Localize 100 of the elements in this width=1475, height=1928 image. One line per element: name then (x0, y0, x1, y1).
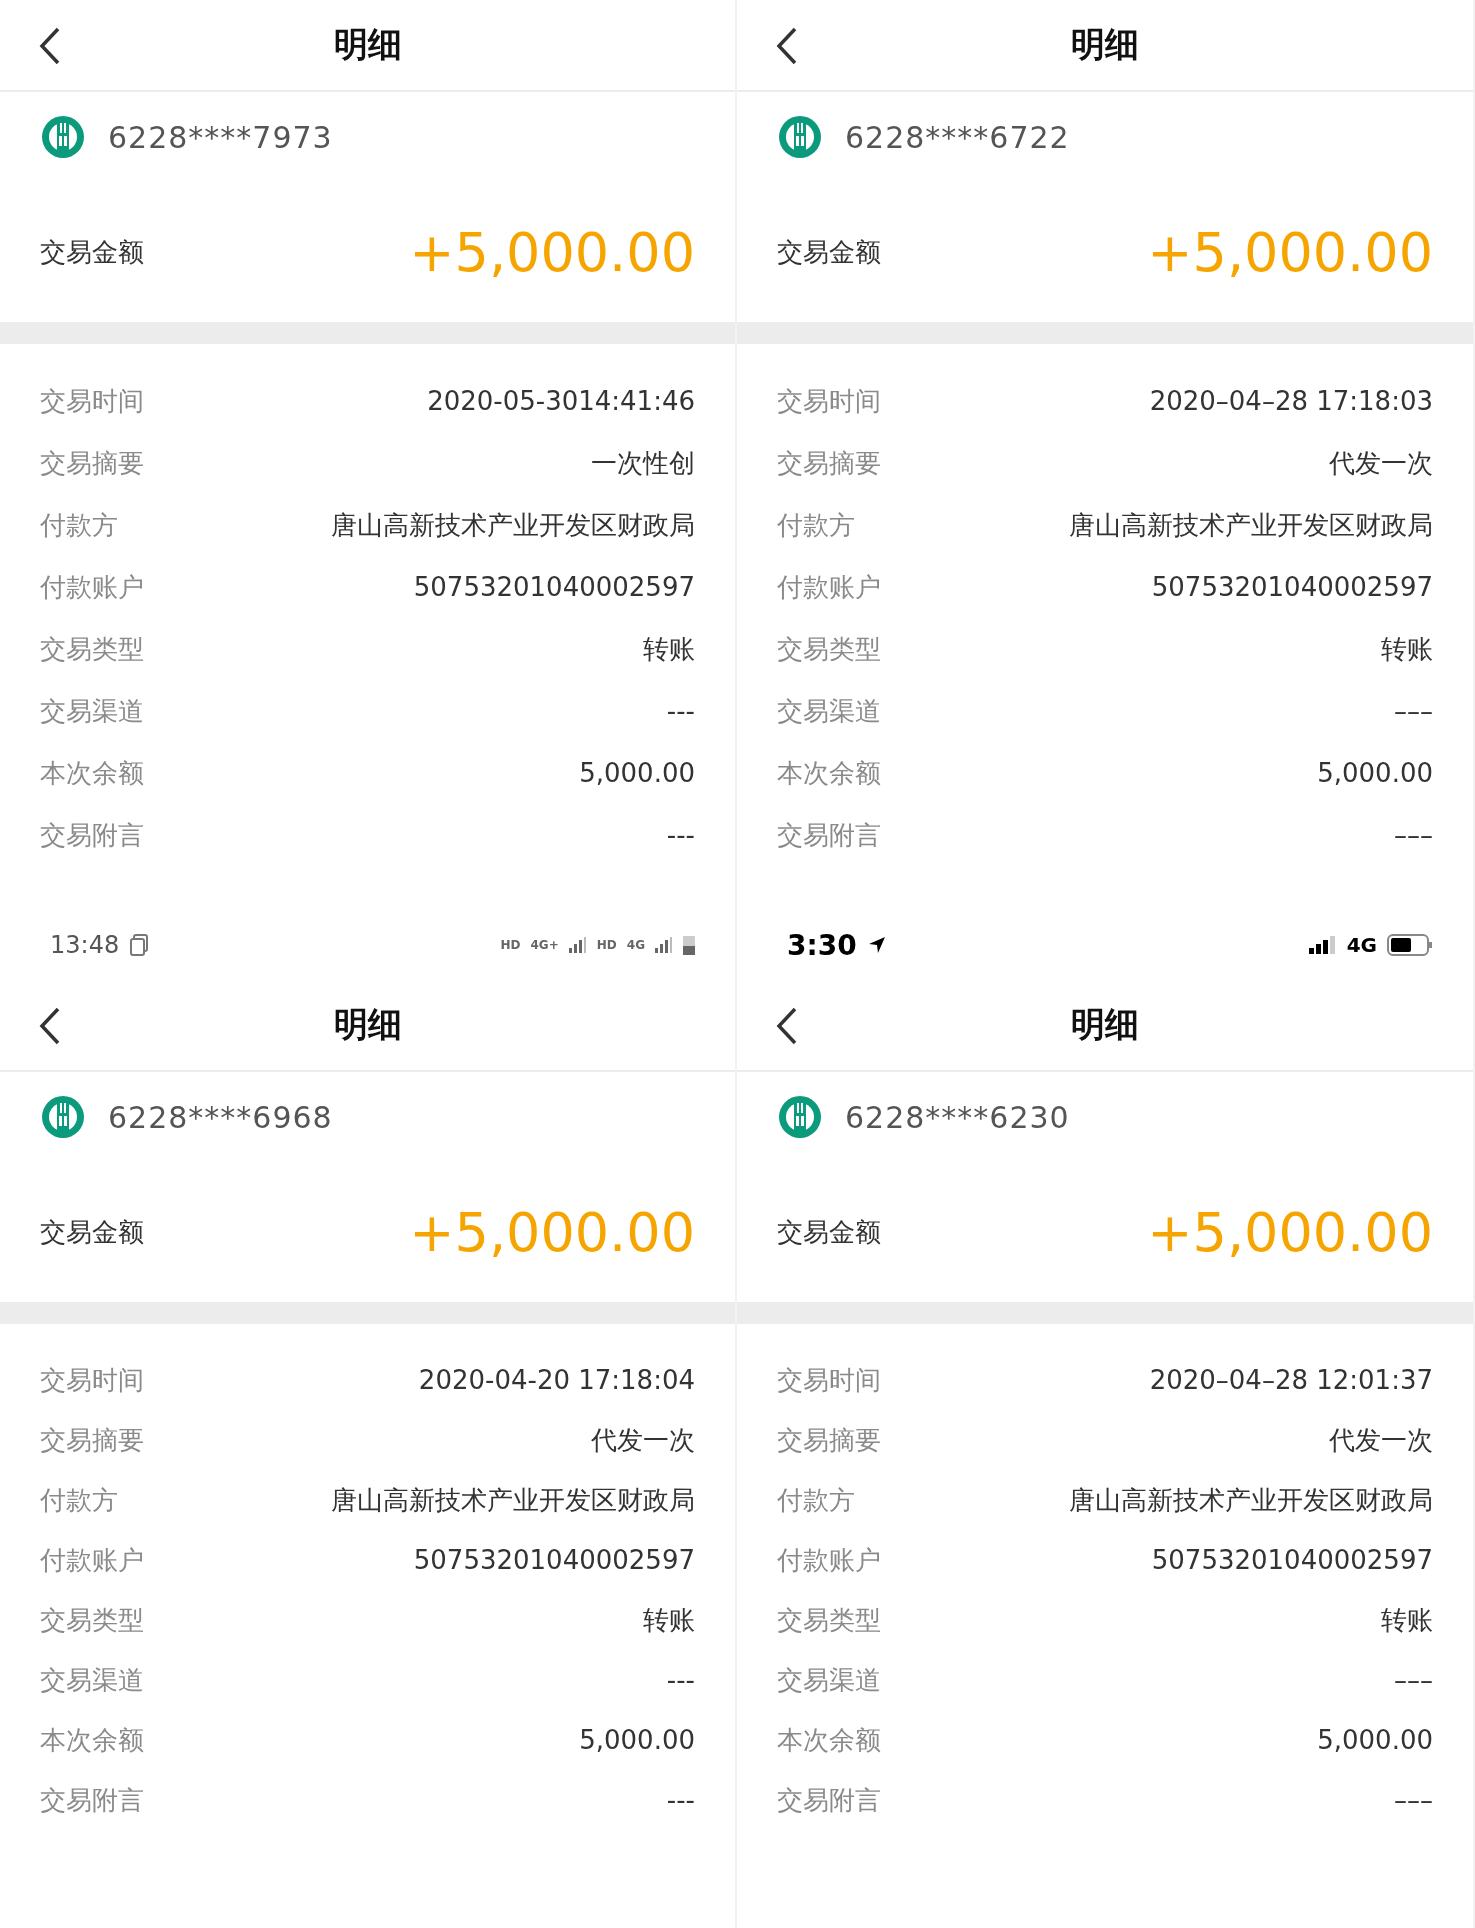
detail-label: 本次余额 (777, 756, 881, 790)
detail-value: 50753201040002597 (1151, 572, 1433, 602)
detail-value: 唐山高新技术产业开发区财政局 (1069, 508, 1433, 542)
back-icon[interactable] (775, 1006, 799, 1046)
status-time: 3:30 (787, 928, 857, 962)
detail-value: 唐山高新技术产业开发区财政局 (331, 508, 695, 542)
detail-label: 交易类型 (777, 632, 881, 666)
detail-label: 交易时间 (40, 1363, 144, 1397)
detail-label: 付款方 (40, 508, 118, 542)
page-title: 明细 (333, 1003, 402, 1046)
card-number: 6228****6722 (845, 119, 1070, 155)
detail-label: 付款账户 (777, 1543, 881, 1577)
detail-label: 交易附言 (40, 1783, 144, 1817)
detail-value: 代发一次 (591, 1423, 695, 1457)
detail-value: --- (666, 820, 695, 850)
detail-label: 交易时间 (777, 1363, 881, 1397)
logo-icon (777, 114, 823, 160)
detail-label: 交易渠道 (777, 1663, 881, 1697)
detail-label: 交易类型 (40, 632, 144, 666)
detail-label: 交易附言 (40, 818, 144, 852)
detail-value: 唐山高新技术产业开发区财政局 (1069, 1483, 1433, 1517)
battery-icon (1387, 934, 1433, 956)
detail-label: 交易摘要 (777, 1423, 881, 1457)
detail-label: 付款账户 (40, 570, 144, 604)
network-label: HD (596, 938, 617, 952)
back-icon[interactable] (38, 26, 62, 66)
detail-value: 50753201040002597 (1151, 1545, 1433, 1575)
detail-value: --- (666, 1665, 695, 1695)
detail-value: --- (666, 1785, 695, 1815)
amount-value: +5,000.00 (1147, 1200, 1433, 1264)
logo-icon (40, 1094, 86, 1140)
amount-label: 交易金额 (40, 1215, 144, 1249)
detail-value: 转账 (1381, 632, 1433, 666)
detail-value: ––– (1394, 696, 1433, 726)
amount-value: +5,000.00 (409, 220, 695, 284)
detail-value: 2020-05-3014:41:46 (427, 386, 695, 416)
detail-value: 2020–04–28 17:18:03 (1149, 386, 1433, 416)
detail-value: 代发一次 (1329, 446, 1433, 480)
detail-label: 交易类型 (40, 1603, 144, 1637)
page-title: 明细 (333, 23, 402, 66)
network-label: HD (500, 938, 521, 952)
detail-value: 5,000.00 (579, 1725, 695, 1755)
detail-value: ––– (1394, 1785, 1433, 1815)
back-icon[interactable] (775, 26, 799, 66)
detail-value: 一次性创 (591, 446, 695, 480)
detail-value: 5,000.00 (1317, 1725, 1433, 1755)
detail-label: 交易附言 (777, 818, 881, 852)
detail-label: 本次余额 (777, 1723, 881, 1757)
page-title: 明细 (1071, 1003, 1139, 1046)
detail-label: 交易摘要 (40, 446, 144, 480)
page-title: 明细 (1071, 23, 1139, 66)
detail-value: 转账 (1381, 1603, 1433, 1637)
detail-label: 交易时间 (40, 384, 144, 418)
amount-value: +5,000.00 (409, 1200, 695, 1264)
signal-icon (568, 937, 587, 953)
detail-label: 本次余额 (40, 1723, 144, 1757)
card-number: 6228****7973 (108, 119, 333, 155)
detail-value: --- (666, 696, 695, 726)
amount-value: +5,000.00 (1147, 220, 1433, 284)
amount-label: 交易金额 (40, 235, 144, 269)
detail-value: 转账 (643, 632, 695, 666)
detail-label: 付款方 (40, 1483, 118, 1517)
battery-icon (683, 935, 695, 955)
detail-label: 付款方 (777, 508, 855, 542)
network-label: 4G (1346, 933, 1377, 957)
detail-value: 转账 (643, 1603, 695, 1637)
signal-icon (655, 937, 673, 953)
network-label: 4G+ (530, 938, 559, 952)
detail-label: 交易摘要 (40, 1423, 144, 1457)
detail-value: ––– (1394, 820, 1433, 850)
document-icon (129, 934, 150, 956)
detail-label: 交易摘要 (777, 446, 881, 480)
amount-label: 交易金额 (777, 235, 881, 269)
detail-label: 本次余额 (40, 756, 144, 790)
detail-value: 5,000.00 (579, 758, 695, 788)
detail-value: 2020–04–28 12:01:37 (1149, 1365, 1433, 1395)
detail-label: 付款方 (777, 1483, 855, 1517)
signal-icon (1308, 936, 1337, 954)
detail-label: 交易类型 (777, 1603, 881, 1637)
detail-value: 50753201040002597 (413, 1545, 695, 1575)
detail-value: 5,000.00 (1317, 758, 1433, 788)
back-icon[interactable] (38, 1006, 62, 1046)
logo-icon (40, 114, 86, 160)
status-time: 13:48 (50, 931, 120, 959)
detail-value: 唐山高新技术产业开发区财政局 (331, 1483, 695, 1517)
detail-label: 付款账户 (777, 570, 881, 604)
detail-value: 代发一次 (1329, 1423, 1433, 1457)
card-number: 6228****6968 (108, 1099, 333, 1135)
detail-label: 交易渠道 (777, 694, 881, 728)
amount-label: 交易金额 (777, 1215, 881, 1249)
detail-value: ––– (1394, 1665, 1433, 1695)
detail-label: 交易渠道 (40, 694, 144, 728)
network-label: 4G (626, 938, 645, 952)
detail-label: 交易渠道 (40, 1663, 144, 1697)
detail-label: 交易时间 (777, 384, 881, 418)
detail-label: 付款账户 (40, 1543, 144, 1577)
detail-label: 交易附言 (777, 1783, 881, 1817)
logo-icon (777, 1094, 823, 1140)
card-number: 6228****6230 (845, 1099, 1070, 1135)
detail-value: 2020-04-20 17:18:04 (418, 1365, 695, 1395)
